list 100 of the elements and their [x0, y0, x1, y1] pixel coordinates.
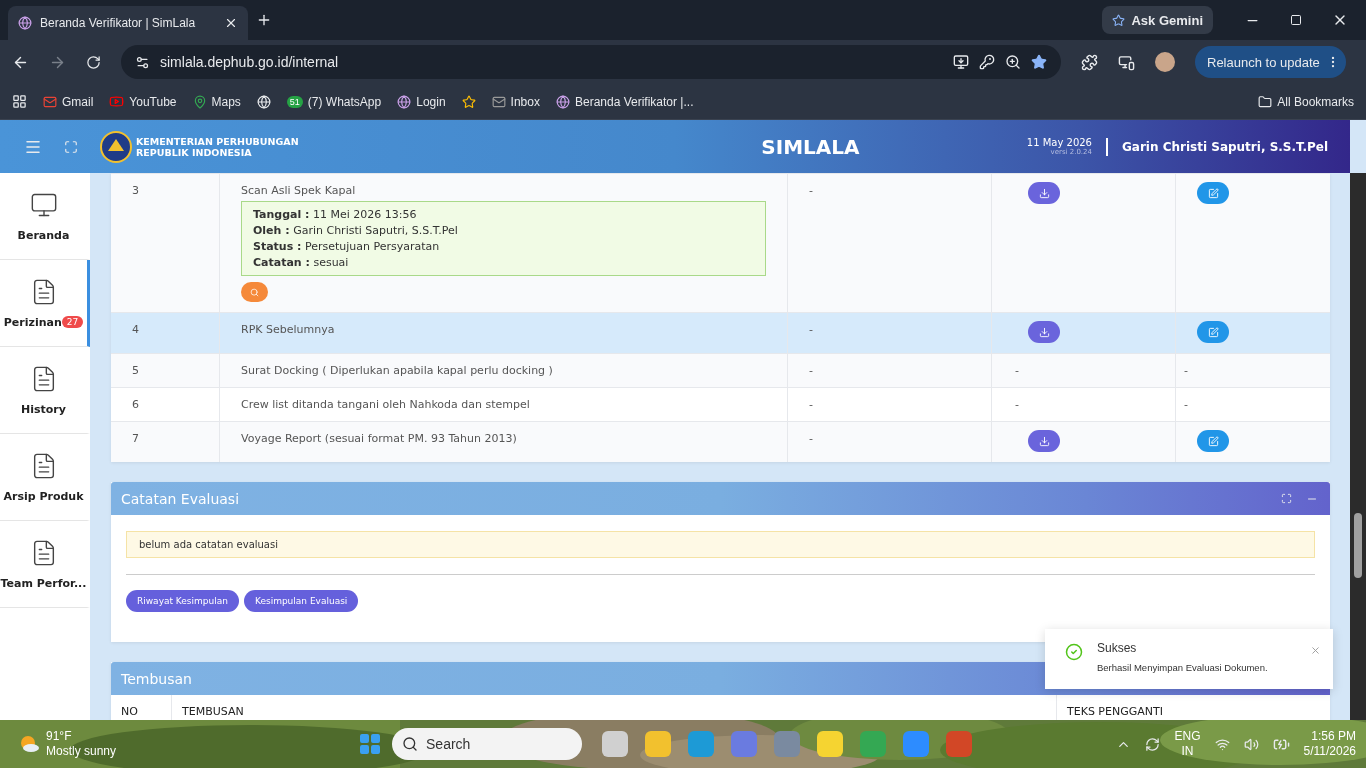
- taskbar-search[interactable]: Search: [392, 728, 583, 760]
- download-icon: [1038, 326, 1050, 338]
- reload-icon[interactable]: [86, 54, 101, 70]
- relaunch-button[interactable]: Relaunch to update: [1195, 46, 1346, 78]
- evaluation-button[interactable]: Kesimpulan Evaluasi: [243, 590, 359, 612]
- sticky-notes-icon[interactable]: [817, 731, 844, 757]
- globe-icon: [555, 94, 570, 109]
- column-header: NO: [121, 705, 138, 718]
- table-row[interactable]: 4 RPK Sebelumnya -: [111, 312, 1330, 353]
- sync-icon[interactable]: [1145, 736, 1161, 752]
- download-button[interactable]: [1028, 321, 1060, 343]
- tab-search-icon[interactable]: [1118, 53, 1135, 71]
- expand-icon[interactable]: [1281, 493, 1292, 504]
- address-bar[interactable]: simlala.dephub.go.id/internal: [121, 45, 1061, 79]
- sidebar-item[interactable]: Team Perfor...: [0, 521, 90, 608]
- download-button[interactable]: [1028, 430, 1060, 452]
- bookmark[interactable]: Beranda Verifikator |...: [555, 94, 694, 109]
- tab-title: Beranda Verifikator | SimLala: [40, 16, 197, 30]
- table-cell: 5: [132, 364, 139, 377]
- globe-icon: [397, 94, 412, 109]
- document-name: Voyage Report (sesuai format PM. 93 Tahun 2013): [241, 432, 517, 445]
- bookmark[interactable]: Inbox: [491, 94, 540, 109]
- weather-label: Mostly sunny: [46, 744, 117, 759]
- check-circle-icon: [1065, 643, 1083, 661]
- key-icon[interactable]: [979, 54, 995, 70]
- close-icon[interactable]: [224, 16, 238, 30]
- folder-icon[interactable]: [645, 731, 672, 757]
- app-title: SIMLALA: [760, 134, 861, 159]
- download-button[interactable]: [1028, 182, 1060, 204]
- task-view-icon[interactable]: [602, 731, 629, 757]
- weather-sun-icon: [18, 733, 40, 755]
- emblem-logo: [100, 130, 132, 163]
- extensions-icon[interactable]: [1081, 53, 1098, 71]
- download-icon: [1038, 187, 1050, 199]
- user-name: Garin Christi Saputri, S.S.T.Pel: [1122, 139, 1328, 154]
- volume-icon[interactable]: [1243, 736, 1259, 752]
- bookmark[interactable]: All Bookmarks: [1258, 94, 1354, 109]
- table-row[interactable]: 6 Crew list ditanda tangani oleh Nahkoda dan stempel - - -: [111, 387, 1330, 421]
- wifi-icon[interactable]: [1214, 736, 1230, 752]
- table-row[interactable]: 7 Voyage Report (sesuai format PM. 93 Tahun 2013) -: [111, 421, 1330, 462]
- new-tab-icon[interactable]: [256, 12, 272, 28]
- count-badge: 27: [61, 316, 84, 328]
- start-icon[interactable]: [358, 732, 383, 756]
- ministry-name: KEMENTERIAN PERHUBUNGAN: [136, 135, 299, 147]
- sidebar-item[interactable]: History: [0, 347, 90, 434]
- bookmark[interactable]: 51 (7) WhatsApp: [286, 94, 382, 109]
- table-row[interactable]: 5 Surat Docking ( Diperlukan apabila kapal perlu docking ) - - -: [111, 353, 1330, 387]
- ask-gemini-button[interactable]: Ask Gemini: [1102, 6, 1213, 34]
- panel-title: Catatan Evaluasi: [121, 490, 241, 507]
- play-icon: [109, 94, 125, 109]
- language-code: ENG: [1174, 729, 1201, 744]
- search-placeholder: Search: [426, 736, 471, 752]
- bookmark-badge: 51: [286, 95, 303, 108]
- restore-icon[interactable]: [1290, 12, 1302, 28]
- browser-tab[interactable]: Beranda Verifikator | SimLala: [8, 6, 248, 40]
- scroll-thumb[interactable]: [1354, 513, 1362, 578]
- star-icon[interactable]: [1031, 54, 1047, 70]
- download-icon: [1038, 435, 1050, 447]
- panel-title: Tembusan: [121, 670, 193, 687]
- edit-button[interactable]: [1197, 430, 1229, 452]
- document-name: RPK Sebelumnya: [241, 323, 335, 336]
- site-settings-icon[interactable]: [135, 54, 150, 70]
- table-cell: 6: [132, 398, 139, 411]
- edit-button[interactable]: [1197, 182, 1229, 204]
- edit-button[interactable]: [1197, 321, 1229, 343]
- table-cell: -: [809, 364, 813, 377]
- document-name: Crew list ditanda tangani oleh Nahkoda dan stempel: [241, 398, 530, 411]
- install-icon[interactable]: [953, 54, 969, 70]
- table-cell: 4: [132, 323, 139, 336]
- avatar-icon[interactable]: [1155, 52, 1175, 72]
- search-icon: [402, 736, 419, 752]
- info-line: Status : Persetujuan Persyaratan: [253, 240, 441, 253]
- bookmark[interactable]: YouTube: [109, 94, 177, 109]
- bookmark[interactable]: [461, 94, 476, 109]
- table-cell: -: [1015, 398, 1019, 411]
- bookmark[interactable]: Login: [397, 94, 446, 109]
- table-cell: 7: [132, 432, 139, 445]
- apps-icon[interactable]: [12, 94, 27, 109]
- bookmark[interactable]: Gmail: [43, 94, 94, 109]
- bookmark[interactable]: Maps: [192, 94, 241, 109]
- globe-icon: [256, 94, 271, 109]
- toast-title: Sukses: [1097, 641, 1138, 655]
- fullscreen-icon[interactable]: [64, 139, 78, 154]
- column-header: TEKS PENGGANTI: [1067, 705, 1163, 718]
- language-code: IN: [1181, 744, 1194, 759]
- temperature: 91°F: [46, 729, 73, 744]
- map-pin-icon: [192, 94, 207, 109]
- info-line: Oleh : Garin Christi Saputri, S.S.T.Pel: [253, 224, 459, 237]
- sidebar-item[interactable]: Perizinan 27: [0, 260, 90, 347]
- folder-icon: [1258, 94, 1273, 109]
- edit-icon: [1207, 326, 1219, 338]
- zoom-icon[interactable]: [1005, 54, 1021, 70]
- search-icon: [250, 287, 259, 297]
- document-name: Scan Asli Spek Kapal: [241, 184, 356, 197]
- sidebar-item[interactable]: Beranda: [0, 173, 90, 260]
- sidebar-item[interactable]: Arsip Produk: [0, 434, 90, 521]
- evaluation-button[interactable]: Riwayat Kesimpulan: [126, 590, 239, 612]
- search-button[interactable]: [241, 282, 268, 302]
- table-cell: -: [809, 432, 813, 445]
- table-row[interactable]: 3 Scan Asli Spek Kapal Tanggal : 11 Mei 2026 13:56 Oleh : Garin Christi Saputri, S.S.T.Pel Status : Persetujuan Persyaratan Catatan : sesuai -: [111, 173, 1330, 312]
